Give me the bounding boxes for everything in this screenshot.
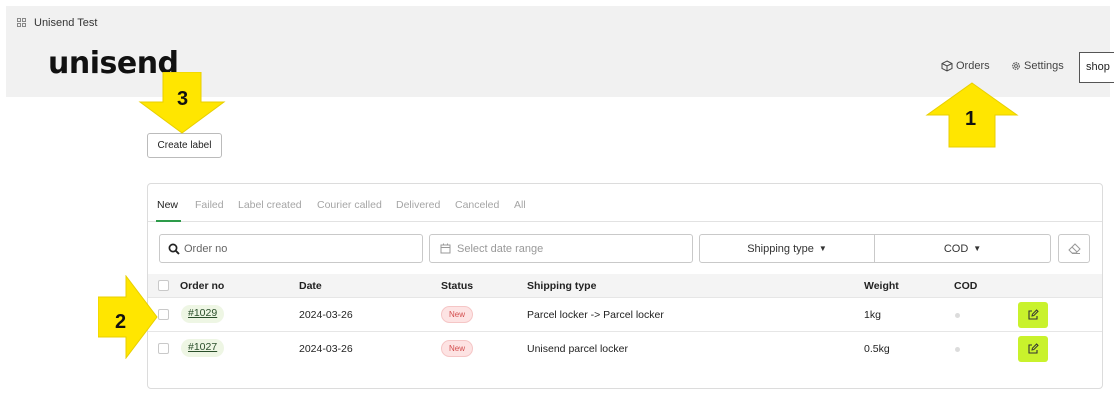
nav-orders[interactable]: Orders (941, 60, 990, 72)
search-icon (168, 243, 180, 255)
order-no-placeholder: Order no (184, 242, 228, 255)
tab-all[interactable]: All (514, 199, 526, 211)
edit-order-button[interactable] (1018, 336, 1048, 362)
annotation-arrow-2 (98, 275, 158, 359)
shipping-type: Parcel locker -> Parcel locker (527, 309, 664, 321)
orders-panel: New Failed Label created Courier called … (147, 183, 1103, 389)
edit-icon (1028, 309, 1039, 320)
date-range-placeholder: Select date range (457, 242, 544, 255)
eraser-icon (1067, 243, 1081, 254)
cod-indicator (955, 347, 960, 352)
active-tab-indicator (156, 220, 181, 222)
col-date: Date (299, 280, 322, 292)
col-shipping-type: Shipping type (527, 280, 597, 292)
tab-failed[interactable]: Failed (195, 199, 224, 211)
box-icon (941, 60, 953, 72)
caret-down-icon: ▼ (818, 244, 827, 253)
window-title: Unisend Test (34, 16, 98, 29)
cod-dropdown[interactable]: COD ▼ (874, 234, 1051, 263)
caret-down-icon: ▼ (973, 244, 982, 253)
weight: 0.5kg (864, 343, 890, 355)
row-checkbox[interactable] (158, 343, 169, 354)
table-row: #1027 2024-03-26 New Unisend parcel lock… (148, 332, 1102, 366)
order-link[interactable]: #1029 (181, 305, 225, 323)
table-row: #1029 2024-03-26 New Parcel locker -> Pa… (148, 298, 1102, 332)
col-weight: Weight (864, 280, 899, 292)
app-grid-icon (17, 18, 26, 27)
tab-label-created[interactable]: Label created (238, 199, 302, 211)
row-checkbox[interactable] (158, 309, 169, 320)
status-tabs: New Failed Label created Courier called … (148, 184, 1102, 222)
page: Unisend Test unisend Orders Settings sho… (0, 0, 1114, 396)
col-cod: COD (954, 280, 978, 292)
cod-indicator (955, 313, 960, 318)
create-label-button[interactable]: Create label (147, 133, 222, 158)
date-range-picker[interactable]: Select date range (429, 234, 693, 263)
annotation-label-1: 1 (965, 108, 977, 130)
tab-courier-called[interactable]: Courier called (317, 199, 382, 211)
edit-order-button[interactable] (1018, 302, 1048, 328)
nav-settings-label: Settings (1024, 60, 1064, 72)
weight: 1kg (864, 309, 881, 321)
tab-canceled[interactable]: Canceled (455, 199, 499, 211)
order-no-search-input[interactable]: Order no (159, 234, 423, 263)
tab-delivered[interactable]: Delivered (396, 199, 440, 211)
window-title-bar: Unisend Test (6, 6, 1110, 39)
edit-icon (1028, 343, 1039, 354)
nav-orders-label: Orders (956, 60, 990, 72)
calendar-icon (440, 243, 451, 254)
gear-icon (1012, 62, 1020, 70)
nav-settings[interactable]: Settings (1011, 60, 1064, 72)
select-all-checkbox[interactable] (158, 280, 169, 291)
order-date: 2024-03-26 (299, 309, 353, 321)
tab-new[interactable]: New (157, 199, 178, 211)
shipping-type: Unisend parcel locker (527, 343, 628, 355)
status-badge: New (441, 340, 474, 357)
annotation-label-2: 2 (115, 311, 127, 333)
shipping-type-dropdown[interactable]: Shipping type ▼ (699, 234, 875, 263)
order-date: 2024-03-26 (299, 343, 353, 355)
annotation-label-3: 3 (177, 88, 189, 110)
shipping-type-label: Shipping type (747, 242, 814, 255)
orders-table-header: Order no Date Status Shipping type Weigh… (148, 274, 1102, 298)
col-order-no: Order no (180, 280, 225, 292)
col-status: Status (441, 280, 474, 292)
shop-selector[interactable]: shop (1079, 52, 1114, 83)
status-badge: New (441, 306, 474, 323)
cod-filter-label: COD (943, 242, 969, 255)
order-link[interactable]: #1027 (181, 339, 225, 357)
clear-filters-button[interactable] (1058, 234, 1090, 263)
